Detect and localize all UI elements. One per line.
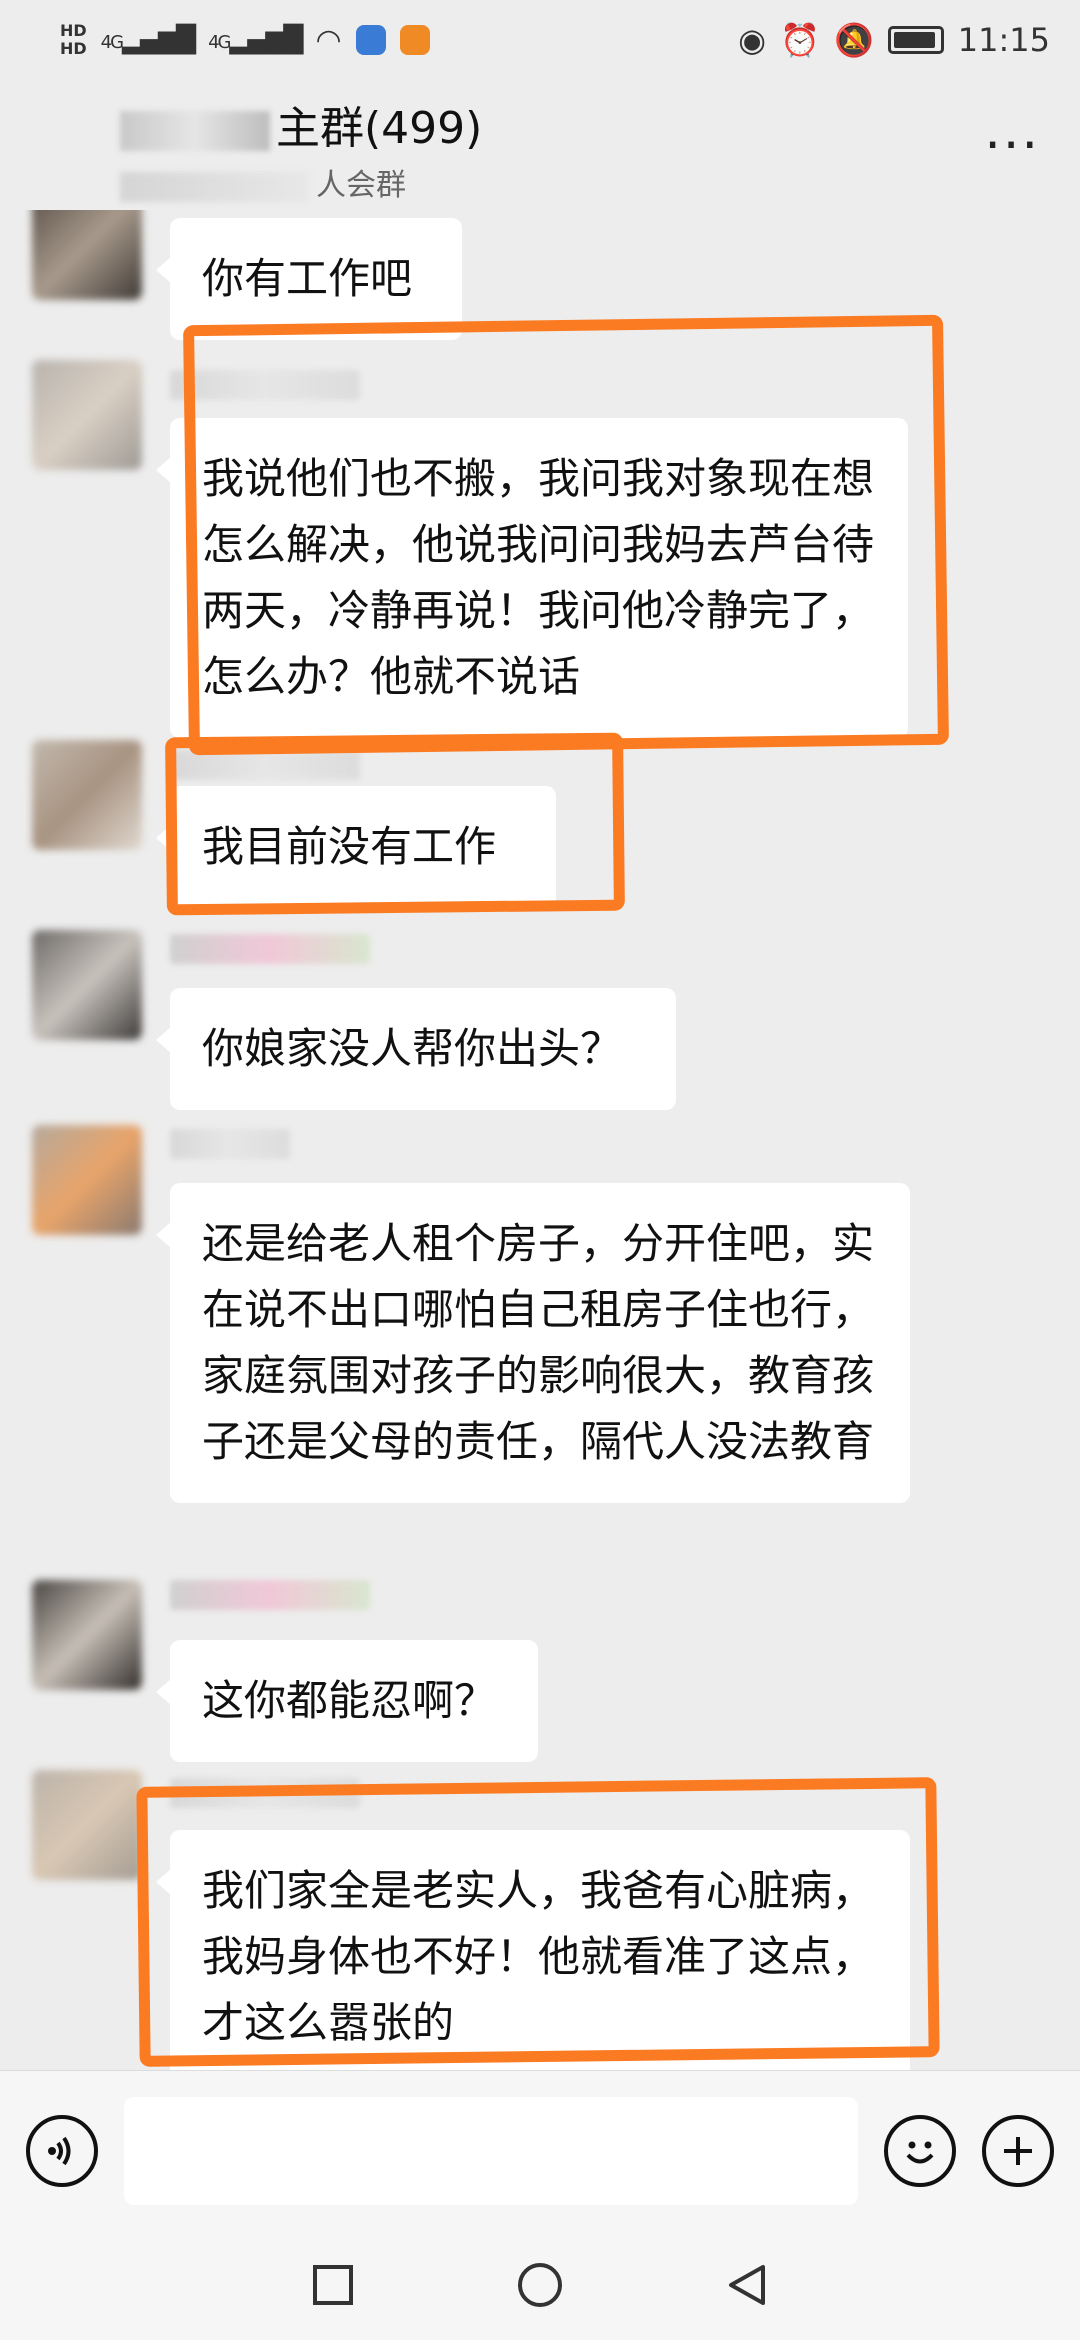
alarm-icon: ⏰ <box>780 21 820 59</box>
group-subtitle: 人会群 <box>120 160 1080 204</box>
more-options-button[interactable]: ··· <box>984 116 1040 176</box>
back-icon[interactable] <box>725 2263 769 2307</box>
message-text: 这你都能忍啊？ <box>202 1676 497 1725</box>
chat-header: 主群(499) 人会群 ··· <box>0 80 1080 210</box>
message-input[interactable] <box>124 2096 858 2205</box>
avatar[interactable] <box>32 930 142 1040</box>
video-app-icon <box>399 25 430 55</box>
message-bubble[interactable]: 这你都能忍啊？ <box>156 1640 538 1762</box>
message-bubble[interactable]: 我说他们也不搬，我问我对象现在想怎么解决，他说我问问我妈去芦台待两天，冷静再说！… <box>156 418 908 738</box>
hd-icon: HD HD <box>60 21 87 58</box>
group-title[interactable]: 主群(499) <box>120 92 1080 156</box>
sender-name <box>170 750 360 780</box>
mute-icon: 🔕 <box>833 21 874 59</box>
message-bubble[interactable]: 我们家全是老实人，我爸有心脏病，我妈身体也不好！他就看准了这点，才这么嚣张的 <box>156 1830 910 2070</box>
system-nav-bar <box>0 2230 1080 2340</box>
message-text: 我目前没有工作 <box>202 822 497 871</box>
avatar[interactable] <box>32 360 142 470</box>
battery-icon <box>887 26 944 54</box>
redacted-name <box>120 111 270 151</box>
sender-name <box>170 1129 290 1159</box>
status-bar: HD HD 4G▂▄▆█ 4G▂▄▆█ ◠ ◉ ⏰ 🔕 11:15 <box>0 0 1080 80</box>
status-left: HD HD 4G▂▄▆█ 4G▂▄▆█ ◠ <box>60 22 430 58</box>
avatar[interactable] <box>32 1125 142 1235</box>
redacted-subtitle <box>120 171 310 202</box>
eye-icon: ◉ <box>738 21 767 59</box>
plus-icon[interactable] <box>982 2114 1054 2187</box>
voice-icon[interactable] <box>26 2114 98 2187</box>
clock: 11:15 <box>957 21 1050 59</box>
avatar[interactable] <box>32 210 142 300</box>
avatar[interactable] <box>32 1580 142 1690</box>
home-icon[interactable] <box>515 2260 565 2310</box>
avatar[interactable] <box>32 1770 142 1880</box>
status-right: ◉ ⏰ 🔕 11:15 <box>738 21 1050 59</box>
message-text: 你有工作吧 <box>202 254 413 303</box>
signal-icon-1: 4G▂▄▆█ <box>100 25 196 55</box>
signal-icon-2: 4G▂▄▆█ <box>208 25 303 55</box>
wifi-icon: ◠ <box>315 22 342 58</box>
message-bubble[interactable]: 我目前没有工作 <box>156 786 556 908</box>
sender-name <box>170 1580 370 1610</box>
message-text: 我说他们也不搬，我问我对象现在想怎么解决，他说我问问我妈去芦台待两天，冷静再说！… <box>202 454 875 701</box>
message-bubble[interactable]: 你娘家没人帮你出头？ <box>156 988 676 1110</box>
sender-name <box>170 1778 360 1808</box>
message-text: 还是给老人租个房子，分开住吧，实在说不出口哪怕自己租房子住也行，家庭氛围对孩子的… <box>202 1219 875 1466</box>
chat-list[interactable]: 你有工作吧 我说他们也不搬，我问我对象现在想怎么解决，他说我问问我妈去芦台待两天… <box>0 210 1080 2070</box>
music-app-icon <box>355 25 386 55</box>
sender-name <box>170 934 370 964</box>
message-bubble[interactable]: 还是给老人租个房子，分开住吧，实在说不出口哪怕自己租房子住也行，家庭氛围对孩子的… <box>156 1183 910 1503</box>
sender-name <box>170 370 360 400</box>
message-text: 你娘家没人帮你出头？ <box>202 1024 623 1073</box>
message-bubble[interactable]: 你有工作吧 <box>156 218 462 340</box>
recent-apps-icon[interactable] <box>311 2263 355 2307</box>
input-bar <box>0 2070 1080 2230</box>
emoji-icon[interactable] <box>884 2114 956 2187</box>
avatar[interactable] <box>32 740 142 850</box>
message-text: 我们家全是老实人，我爸有心脏病，我妈身体也不好！他就看准了这点，才这么嚣张的 <box>202 1866 875 2047</box>
